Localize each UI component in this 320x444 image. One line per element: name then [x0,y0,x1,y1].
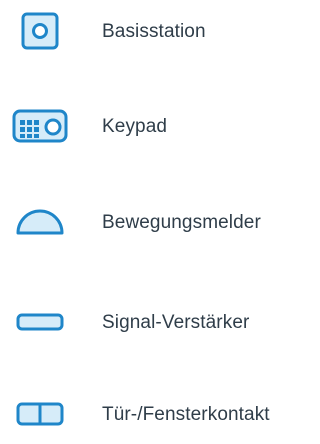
base-station-icon [8,1,72,61]
device-item-signal-repeater[interactable]: Signal-Verstärker [0,292,320,352]
device-item-door-window-contact[interactable]: Tür-/Fensterkontakt [0,384,320,444]
device-list: Basisstation Keypad Bewegungsmelder Sign… [0,0,320,427]
device-label: Bewegungsmelder [102,211,261,233]
device-label: Tür-/Fensterkontakt [102,403,270,425]
door-window-contact-icon [8,384,72,444]
device-label: Signal-Verstärker [102,311,250,333]
motion-detector-icon [8,192,72,252]
device-item-motion-detector[interactable]: Bewegungsmelder [0,192,320,252]
signal-repeater-icon [8,292,72,352]
device-item-base-station[interactable]: Basisstation [0,1,320,61]
device-label: Keypad [102,115,168,137]
device-label: Basisstation [102,20,206,42]
device-item-keypad[interactable]: Keypad [0,96,320,156]
keypad-icon [8,96,72,156]
